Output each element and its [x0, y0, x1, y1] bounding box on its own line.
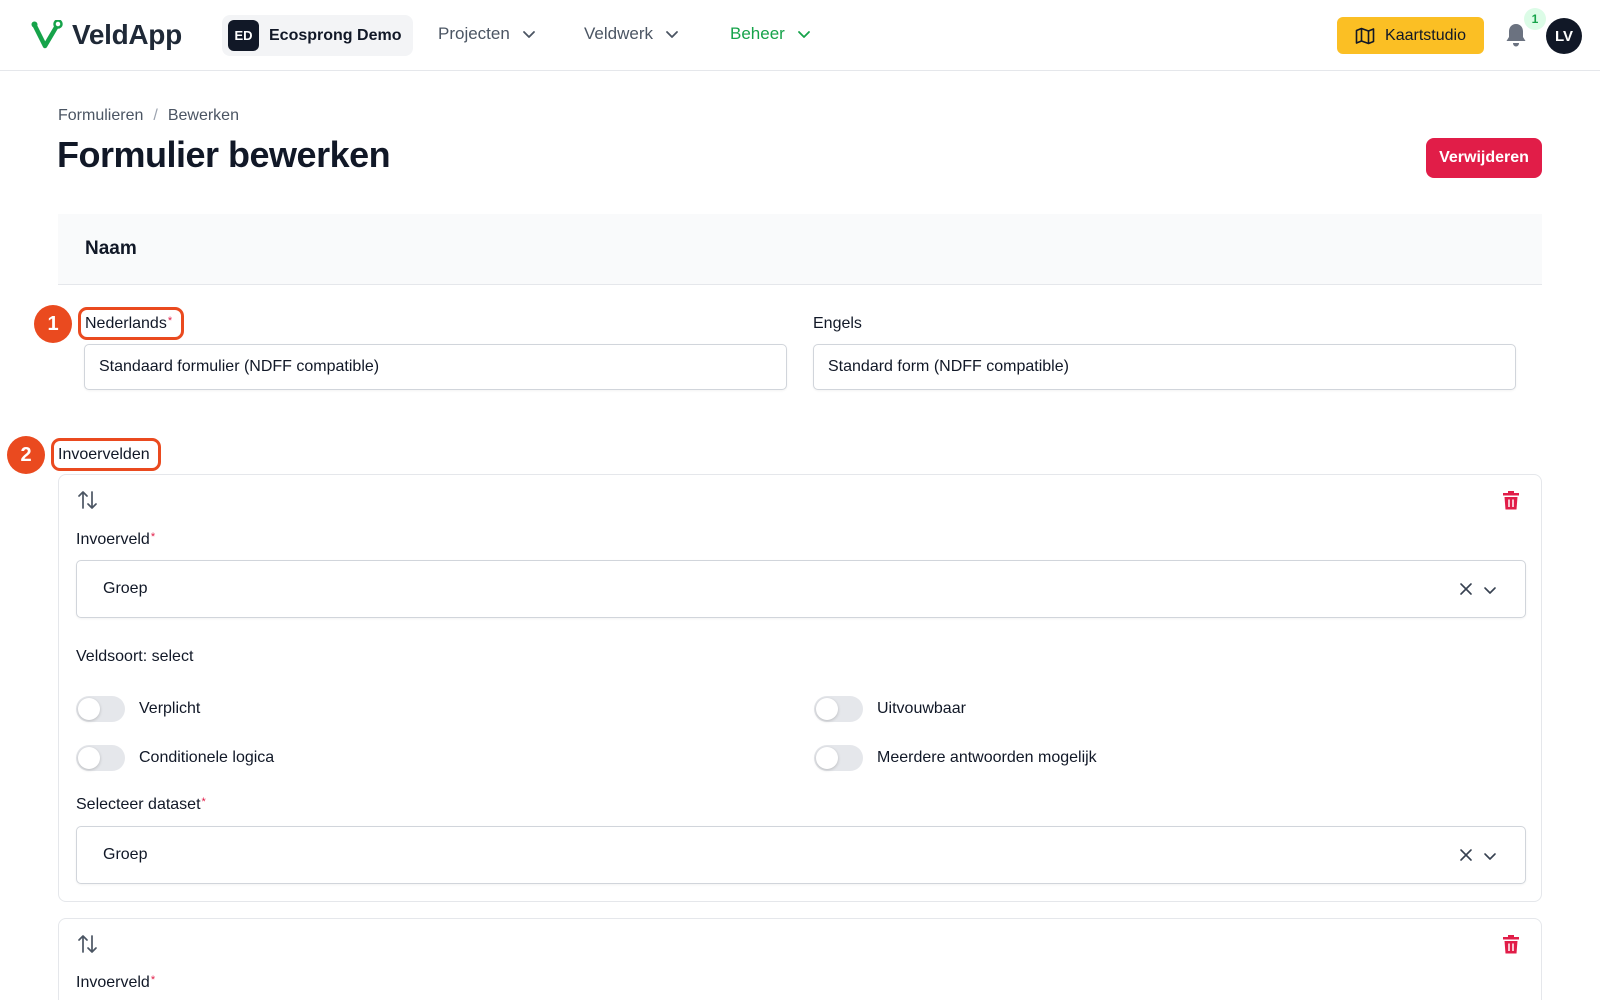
verplicht-switch[interactable]: [76, 696, 125, 722]
required-asterisk: *: [167, 315, 173, 327]
bell-icon[interactable]: [1504, 22, 1528, 48]
invoerveld-label: Invoerveld*: [76, 531, 155, 549]
nav-projecten[interactable]: Projecten: [438, 24, 536, 44]
annotation-marker-2: 2: [7, 436, 45, 474]
kaartstudio-button[interactable]: Kaartstudio: [1337, 17, 1484, 54]
naam-section-title: Naam: [85, 238, 137, 259]
engels-label: Engels: [813, 315, 862, 332]
org-badge: ED: [228, 20, 259, 51]
toggle-verplicht[interactable]: Verplicht: [76, 696, 200, 722]
meerdere-antwoorden-switch[interactable]: [814, 745, 863, 771]
field-type-text: Veldsoort: select: [76, 648, 194, 665]
nav-veldwerk[interactable]: Veldwerk: [584, 24, 679, 44]
org-name: Ecosprong Demo: [269, 26, 402, 44]
chevron-down-icon[interactable]: [1483, 583, 1497, 597]
conditionele-logica-switch[interactable]: [76, 745, 125, 771]
required-asterisk: *: [150, 531, 156, 543]
veldapp-logo-icon: [31, 20, 63, 49]
invoerveld-label-text: Invoerveld: [76, 531, 150, 548]
nav-projecten-label: Projecten: [438, 24, 510, 43]
nav-beheer[interactable]: Beheer: [730, 24, 811, 44]
breadcrumb-formulieren[interactable]: Formulieren: [58, 107, 143, 125]
clear-x-icon[interactable]: [1459, 848, 1473, 862]
dataset-label-text: Selecteer dataset: [76, 796, 201, 813]
reorder-arrows-icon[interactable]: [77, 489, 99, 511]
nav-beheer-label: Beheer: [730, 24, 785, 43]
dataset-select[interactable]: Groep: [76, 826, 1526, 884]
invoerveld-select-value: Groep: [103, 580, 148, 597]
conditionele-logica-label: Conditionele logica: [139, 749, 275, 766]
naam-section-header: Naam: [58, 214, 1542, 285]
uitvouwbaar-label: Uitvouwbaar: [877, 700, 966, 717]
organization-switcher[interactable]: ED Ecosprong Demo: [222, 15, 414, 56]
kaartstudio-label: Kaartstudio: [1385, 26, 1466, 44]
input-field-card: Invoerveld*: [58, 918, 1542, 1000]
trash-icon[interactable]: [1501, 933, 1521, 955]
required-asterisk: *: [201, 796, 206, 808]
breadcrumb-bewerken: Bewerken: [167, 107, 239, 124]
nederlands-name-input[interactable]: [84, 344, 787, 390]
breadcrumb: Formulieren / Bewerken: [58, 107, 239, 125]
required-asterisk: *: [150, 974, 156, 986]
app-name: VeldApp: [72, 19, 182, 50]
input-field-card: Invoerveld* Groep Veldsoort: select Verp…: [58, 474, 1542, 902]
toggle-meerdere-antwoorden[interactable]: Meerdere antwoorden mogelijk: [814, 745, 1097, 771]
toggle-uitvouwbaar[interactable]: Uitvouwbaar: [814, 696, 966, 722]
chevron-down-icon: [666, 31, 678, 38]
delete-button[interactable]: Verwijderen: [1426, 138, 1542, 178]
invoerveld-label-text: Invoerveld: [76, 974, 150, 991]
chevron-down-icon[interactable]: [1483, 849, 1497, 863]
chevron-down-icon: [522, 31, 535, 38]
meerdere-antwoorden-label: Meerdere antwoorden mogelijk: [877, 749, 1097, 766]
nav-veldwerk-label: Veldwerk: [584, 24, 653, 43]
top-navbar: VeldApp ED Ecosprong Demo Projecten Veld…: [0, 0, 1600, 71]
clear-x-icon[interactable]: [1459, 582, 1473, 596]
annotation-marker-1: 1: [34, 305, 72, 343]
verplicht-label: Verplicht: [139, 700, 201, 717]
trash-icon[interactable]: [1501, 489, 1521, 511]
page-title: Formulier bewerken: [57, 134, 391, 175]
app-logo[interactable]: VeldApp: [31, 19, 182, 51]
map-icon: [1355, 27, 1375, 44]
chevron-down-icon: [797, 31, 810, 38]
invoerveld-label: Invoerveld*: [76, 974, 155, 992]
breadcrumb-separator: /: [153, 107, 158, 124]
user-avatar[interactable]: LV: [1546, 18, 1582, 54]
invoerveld-select[interactable]: Groep: [76, 560, 1526, 618]
invoervelden-heading: Invoervelden: [58, 446, 150, 463]
toggle-conditionele-logica[interactable]: Conditionele logica: [76, 745, 274, 771]
dataset-select-value: Groep: [103, 846, 148, 863]
uitvouwbaar-switch[interactable]: [814, 696, 863, 722]
reorder-arrows-icon[interactable]: [77, 933, 99, 955]
dataset-label: Selecteer dataset*: [76, 796, 206, 814]
nederlands-label-text: Nederlands: [85, 315, 167, 332]
engels-name-input[interactable]: [813, 344, 1516, 390]
nederlands-label: Nederlands*: [85, 315, 172, 333]
notification-count-badge: 1: [1524, 8, 1546, 30]
